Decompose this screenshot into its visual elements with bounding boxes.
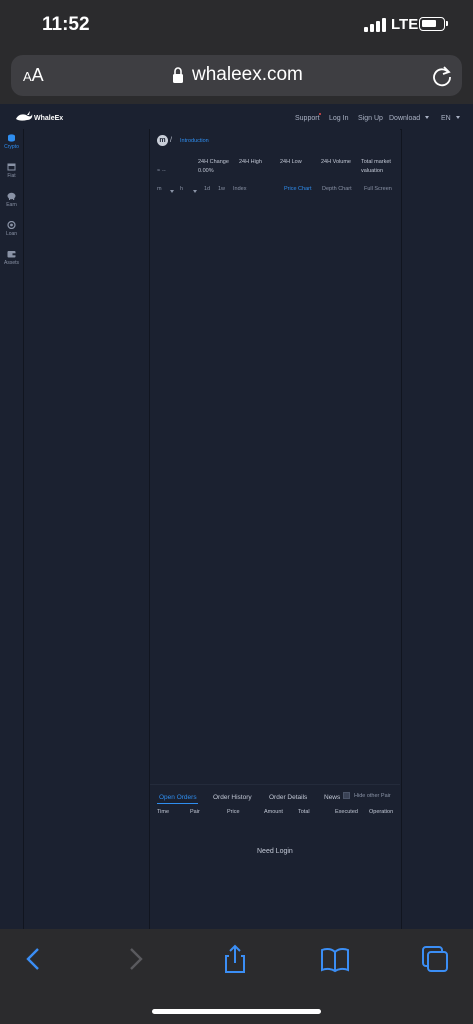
address-bar[interactable]: AA whaleex.com <box>11 55 462 96</box>
wallet-icon <box>7 251 16 258</box>
header-24h-change: 24H Change <box>198 159 229 165</box>
status-time: 11:52 <box>42 14 90 35</box>
back-icon[interactable] <box>19 944 49 974</box>
hide-other-pair-label: Hide other Pair <box>354 793 391 799</box>
header-total-market: Total market <box>361 159 391 165</box>
price-arrow: ≈ <box>157 168 161 174</box>
interval-1w[interactable]: 1w <box>218 186 225 192</box>
active-tab-underline <box>157 803 198 804</box>
nav-signup[interactable]: Sign Up <box>358 115 383 122</box>
ios-status-bar: 11:52 LTE <box>0 0 473 52</box>
sidebar-item-label: Assets <box>3 260 19 266</box>
calendar-icon <box>7 163 16 171</box>
home-indicator <box>152 1009 321 1014</box>
nav-login[interactable]: Log In <box>329 115 348 122</box>
tab-full-screen[interactable]: Full Screen <box>364 186 392 192</box>
change-value: 0.00% <box>198 168 214 174</box>
sidebar-item-fiat[interactable]: Fiat <box>0 163 23 179</box>
tab-depth-chart[interactable]: Depth Chart <box>322 186 352 192</box>
sidebar-item-label: Earn <box>6 202 17 208</box>
network-type: LTE <box>391 16 419 33</box>
bookmarks-icon[interactable] <box>320 944 350 974</box>
nav-support[interactable]: Support <box>295 115 320 122</box>
forward-icon[interactable] <box>120 944 150 974</box>
tabs-icon[interactable] <box>420 944 450 974</box>
signal-strength-icon <box>364 18 386 32</box>
orderbook-panel <box>401 129 473 929</box>
reload-icon[interactable] <box>431 65 453 87</box>
chevron-down-icon <box>170 190 174 193</box>
coins-icon <box>8 134 15 142</box>
sidebar-item-crypto[interactable]: Crypto <box>0 134 23 150</box>
introduction-link[interactable]: Introduction <box>180 138 209 144</box>
share-icon[interactable] <box>220 944 250 974</box>
hide-other-pair-checkbox[interactable] <box>343 792 350 799</box>
sidebar-item-assets[interactable]: Assets <box>0 250 23 266</box>
header-24h-low: 24H Low <box>280 159 302 165</box>
nav-language[interactable]: EN <box>441 115 451 122</box>
nav-download[interactable]: Download <box>389 115 420 122</box>
header-24h-volume: 24H Volume <box>321 159 351 165</box>
column-operation: Operation <box>369 809 394 815</box>
column-total: Total <box>298 809 310 815</box>
piggy-bank-icon <box>7 192 16 200</box>
brand-name[interactable]: WhaleEx <box>34 115 63 122</box>
interval-1d[interactable]: 1d <box>204 186 210 192</box>
sidebar-item-label: Loan <box>5 231 18 237</box>
sidebar: Crypto Fiat Earn Loan Assets <box>0 129 24 929</box>
market-list-panel <box>24 129 150 929</box>
column-pair: Pair <box>190 809 200 815</box>
interval-minute[interactable]: m <box>157 186 162 192</box>
interval-index[interactable]: Index <box>233 186 246 192</box>
battery-icon <box>419 17 448 31</box>
coin-icon: m <box>157 135 168 146</box>
tab-open-orders[interactable]: Open Orders <box>159 794 197 801</box>
sidebar-item-label: Fiat <box>7 173 16 179</box>
lock-icon <box>173 67 183 83</box>
need-login-message[interactable]: Need Login <box>257 848 293 855</box>
whale-logo-icon[interactable] <box>15 110 33 124</box>
header-24h-high: 24H High <box>239 159 262 165</box>
sidebar-item-label: Crypto <box>4 144 19 150</box>
chevron-down-icon <box>425 116 429 119</box>
tab-price-chart[interactable]: Price Chart <box>284 186 312 192</box>
divider <box>150 784 400 785</box>
column-amount: Amount <box>264 809 283 815</box>
last-price: -- <box>162 168 166 174</box>
column-executed: Executed <box>335 809 358 815</box>
column-price: Price <box>227 809 240 815</box>
tab-order-details[interactable]: Order Details <box>269 794 307 801</box>
breadcrumb-separator: / <box>170 137 172 144</box>
text-size-button[interactable]: AA <box>23 65 44 86</box>
tab-news[interactable]: News <box>324 794 340 801</box>
notification-dot <box>319 113 321 115</box>
chevron-down-icon <box>456 116 460 119</box>
column-time: Time <box>157 809 170 815</box>
chevron-down-icon <box>193 190 197 193</box>
sidebar-item-earn[interactable]: Earn <box>0 192 23 208</box>
interval-hour[interactable]: h <box>180 186 183 192</box>
url-text[interactable]: whaleex.com <box>192 64 303 86</box>
sidebar-item-loan[interactable]: Loan <box>0 221 23 237</box>
tab-order-history[interactable]: Order History <box>213 794 252 801</box>
loan-icon <box>7 221 16 229</box>
total-market-valuation: valuation <box>361 168 384 174</box>
